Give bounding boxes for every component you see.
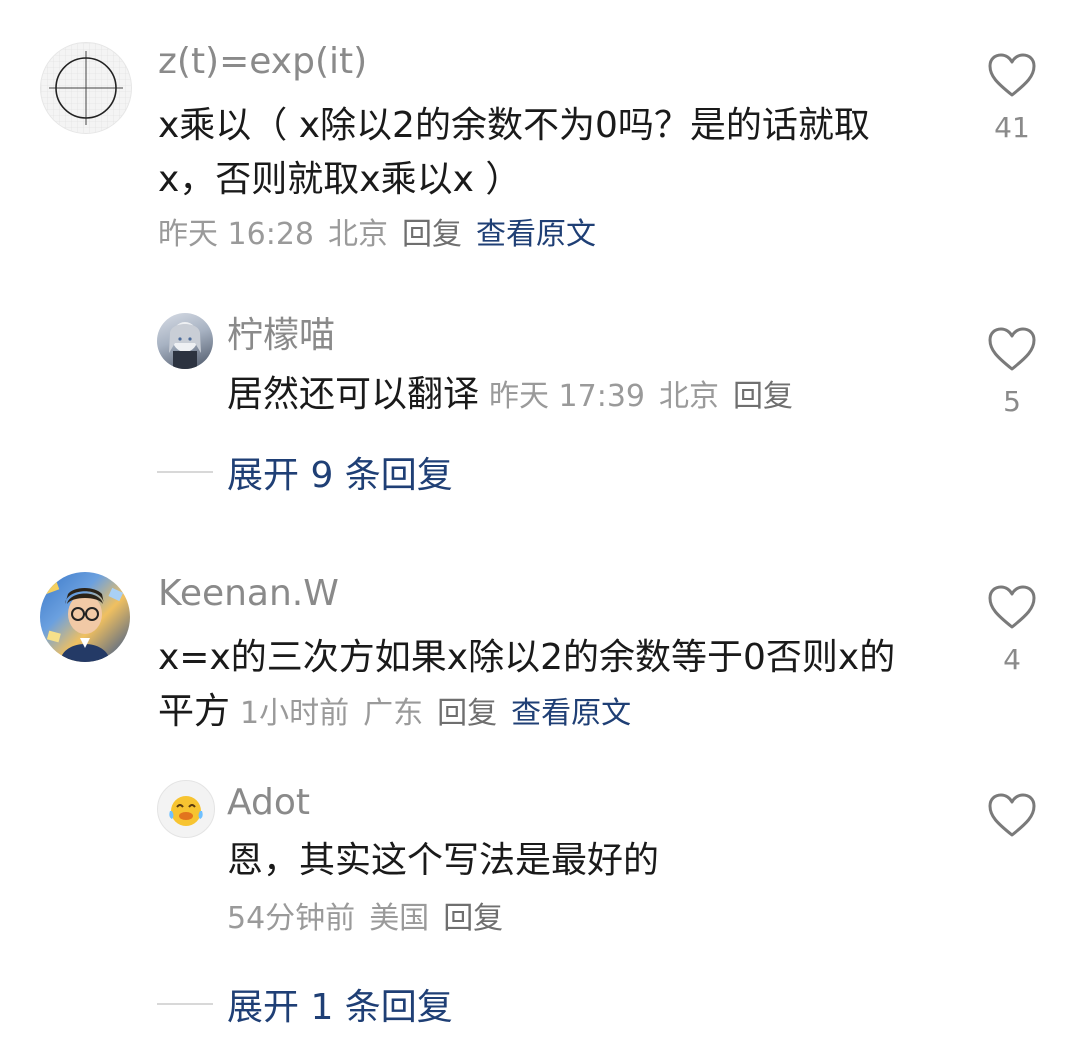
- like-count: 4: [1003, 643, 1021, 676]
- crying-laughing-emoji-icon[interactable]: [157, 780, 215, 838]
- like-count: 41: [994, 111, 1030, 144]
- comment-content: x=x的三次方如果x除以2的余数等于0否则x的 平方 1小时前 广东 回复 查看原文: [158, 631, 895, 741]
- reply-button[interactable]: 回复: [437, 696, 497, 731]
- like-button[interactable]: [987, 792, 1037, 838]
- comment-meta: 昨天 16:28 北京 回复 查看原文: [158, 220, 610, 250]
- comment-line: x，否则就取x乘以x ）: [158, 159, 522, 200]
- like-button[interactable]: 5: [987, 326, 1037, 416]
- glasses-boy-avatar-icon[interactable]: [40, 572, 130, 662]
- username[interactable]: z(t)=exp(it): [158, 44, 367, 80]
- location: 北京: [328, 217, 388, 252]
- reply-button[interactable]: 回复: [402, 217, 462, 252]
- graph-paper-circle-icon[interactable]: [40, 42, 132, 134]
- like-count: 5: [1003, 385, 1021, 418]
- like-button[interactable]: 41: [987, 52, 1037, 142]
- expand-replies-button[interactable]: 展开 9 条回复: [157, 452, 453, 496]
- heart-icon: [988, 53, 1036, 97]
- timestamp: 1小时前: [240, 696, 350, 731]
- anime-girl-avatar-icon[interactable]: [157, 313, 213, 369]
- comment-content: x乘以（ x除以2的余数不为0吗？是的话就取 x，否则就取x乘以x ）: [158, 99, 870, 207]
- location: 广东: [363, 696, 424, 731]
- timestamp: 昨天 16:28: [158, 217, 314, 252]
- location: 美国: [369, 901, 430, 936]
- heart-icon: [988, 585, 1036, 629]
- reply-button[interactable]: 回复: [733, 379, 793, 414]
- expand-replies-label: 展开 1 条回复: [227, 987, 453, 1028]
- reply-meta: 54分钟前 美国 回复: [227, 904, 517, 934]
- divider-line: [157, 1003, 213, 1005]
- like-button[interactable]: 4: [987, 584, 1037, 674]
- reply-text: 居然还可以翻译: [227, 374, 480, 415]
- heart-icon: [988, 327, 1036, 371]
- expand-replies-button[interactable]: 展开 1 条回复: [157, 984, 453, 1028]
- reply-content: 恩，其实这个写法是最好的: [227, 834, 659, 888]
- reply-content: 居然还可以翻译 昨天 17:39 北京 回复: [227, 368, 807, 424]
- timestamp: 昨天 17:39: [489, 379, 646, 414]
- comment-line: x=x的三次方如果x除以2的余数等于0否则x的: [158, 637, 896, 678]
- username[interactable]: 柠檬喵: [227, 318, 335, 354]
- comment-meta: 1小时前 广东 回复 查看原文: [240, 696, 645, 731]
- comment-line: x乘以（ x除以2的余数不为0吗？是的话就取: [158, 105, 870, 146]
- heart-icon: [988, 793, 1036, 837]
- timestamp: 54分钟前: [227, 901, 356, 936]
- reply-text: 恩，其实这个写法是最好的: [227, 840, 660, 881]
- view-original-link[interactable]: 查看原文: [476, 217, 596, 252]
- comment-line-text: 平方: [158, 691, 231, 732]
- reply-meta: 昨天 17:39 北京 回复: [489, 379, 807, 414]
- expand-replies-label: 展开 9 条回复: [227, 455, 453, 496]
- username[interactable]: Adot: [227, 785, 310, 821]
- reply-button[interactable]: 回复: [443, 901, 503, 936]
- view-original-link[interactable]: 查看原文: [511, 696, 631, 731]
- username[interactable]: Keenan.W: [158, 576, 339, 612]
- comment-line-with-meta: 平方 1小时前 广东 回复 查看原文: [158, 685, 895, 741]
- divider-line: [157, 471, 213, 473]
- location: 北京: [659, 379, 720, 414]
